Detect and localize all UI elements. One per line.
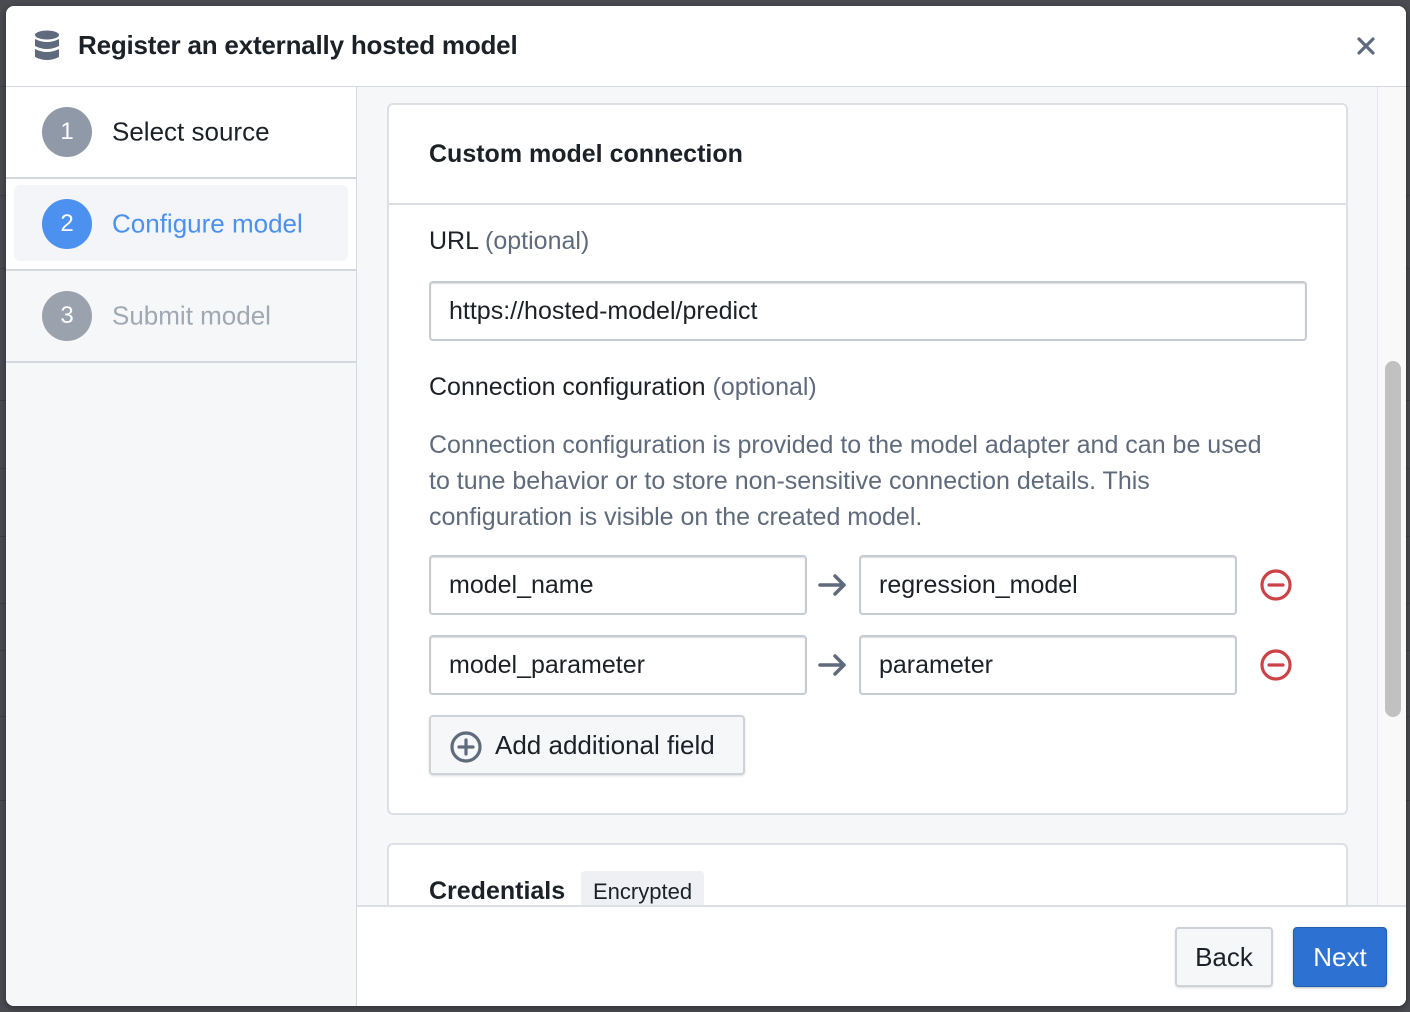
step-label: Configure model bbox=[112, 208, 303, 239]
url-label-text: URL bbox=[429, 227, 479, 255]
config-label-text: Connection configuration bbox=[429, 373, 706, 401]
url-label: URL (optional) bbox=[429, 227, 589, 256]
url-input[interactable]: https://hosted-model/predict bbox=[429, 281, 1307, 341]
step-label: Select source bbox=[112, 116, 270, 147]
remove-circle-icon[interactable] bbox=[1259, 648, 1293, 682]
next-button[interactable]: Next bbox=[1293, 927, 1387, 987]
dialog-footer: Back Next bbox=[357, 905, 1406, 1006]
steps-sidebar: 1 Select source 2 Configure model 3 Subm… bbox=[6, 87, 357, 1006]
card-header: Custom model connection bbox=[389, 105, 1346, 205]
url-optional-hint: (optional) bbox=[485, 227, 590, 255]
config-entry-row: model_parameter parameter bbox=[429, 635, 1309, 695]
credentials-card: Credentials Encrypted bbox=[387, 843, 1348, 905]
config-value-input[interactable]: parameter bbox=[859, 635, 1237, 695]
encrypted-badge: Encrypted bbox=[581, 871, 705, 905]
register-model-dialog: Register an externally hosted model 1 Se… bbox=[6, 6, 1406, 1006]
vertical-scrollbar[interactable] bbox=[1377, 87, 1406, 905]
config-value-input[interactable]: regression_model bbox=[859, 555, 1237, 615]
step-number: 1 bbox=[42, 107, 92, 157]
remove-circle-icon[interactable] bbox=[1259, 568, 1293, 602]
config-key-input[interactable]: model_parameter bbox=[429, 635, 807, 695]
custom-model-connection-card: Custom model connection URL (optional) h… bbox=[387, 103, 1348, 815]
step-select-source[interactable]: 1 Select source bbox=[6, 87, 356, 179]
content-scroll-area: Custom model connection URL (optional) h… bbox=[357, 87, 1377, 905]
add-circle-icon bbox=[450, 731, 482, 763]
config-description: Connection configuration is provided to … bbox=[429, 431, 1262, 531]
config-entry-row: model_name regression_model bbox=[429, 555, 1309, 615]
arrow-right-icon bbox=[818, 574, 846, 596]
config-optional-hint: (optional) bbox=[712, 373, 817, 401]
step-configure-model[interactable]: 2 Configure model bbox=[6, 179, 356, 271]
step-number: 3 bbox=[42, 291, 92, 341]
config-key-input[interactable]: model_name bbox=[429, 555, 807, 615]
step-label: Submit model bbox=[112, 300, 271, 331]
step-submit-model[interactable]: 3 Submit model bbox=[6, 271, 356, 363]
arrow-right-icon bbox=[818, 654, 846, 676]
card-title: Custom model connection bbox=[429, 139, 743, 168]
close-icon bbox=[1357, 37, 1375, 55]
add-additional-field-button[interactable]: Add additional field bbox=[429, 715, 745, 775]
add-field-label: Add additional field bbox=[495, 729, 715, 760]
dialog-title: Register an externally hosted model bbox=[78, 30, 518, 60]
database-icon bbox=[35, 30, 59, 60]
back-button[interactable]: Back bbox=[1175, 927, 1273, 987]
credentials-title: Credentials bbox=[429, 877, 566, 905]
close-button[interactable] bbox=[1350, 30, 1382, 62]
dialog-header: Register an externally hosted model bbox=[6, 6, 1406, 87]
connection-config-label: Connection configuration (optional) bbox=[429, 373, 817, 402]
scrollbar-thumb[interactable] bbox=[1385, 361, 1401, 717]
step-number: 2 bbox=[42, 199, 92, 249]
